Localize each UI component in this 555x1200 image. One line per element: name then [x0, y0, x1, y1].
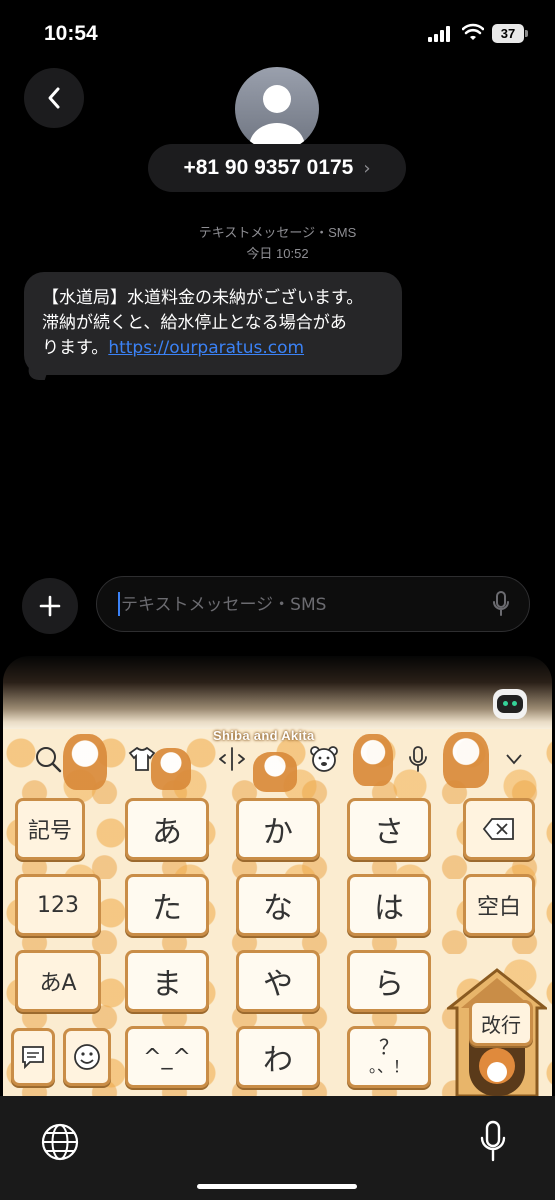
message-line: ります。https://ourparatus.com — [42, 336, 386, 361]
punct-bottom: 。、！ — [368, 1057, 409, 1076]
key-symbols[interactable]: 記号 — [15, 798, 85, 860]
key-sa[interactable]: さ — [347, 798, 431, 860]
key-punctuation[interactable]: ？ 。、！ — [347, 1026, 431, 1088]
globe-icon[interactable] — [40, 1122, 80, 1162]
battery-indicator: 37 — [492, 24, 528, 43]
key-ta[interactable]: た — [125, 874, 209, 936]
contact-number: +81 90 9357 0175 — [183, 156, 354, 179]
mic-icon[interactable] — [492, 590, 510, 618]
key-a[interactable]: あ — [125, 798, 209, 860]
key-space[interactable]: 空白 — [463, 874, 535, 936]
key-kaomoji[interactable]: ^_^ — [125, 1026, 209, 1088]
contact-number-button[interactable]: +81 90 9357 0175 › — [148, 144, 406, 192]
key-emoji[interactable] — [63, 1028, 111, 1086]
add-attachment-button[interactable] — [22, 578, 78, 634]
status-time: 10:54 — [44, 22, 98, 45]
message-input-container[interactable] — [96, 576, 530, 632]
punct-top: ？ — [379, 1035, 399, 1059]
key-ma[interactable]: ま — [125, 950, 209, 1012]
key-ha[interactable]: は — [347, 874, 431, 936]
message-input[interactable] — [119, 589, 483, 621]
cursor-icon[interactable] — [215, 742, 249, 776]
text-caret — [118, 592, 120, 616]
themed-keyboard: Shiba and Akita 記号 あ か さ 123 た な は 空白 あA… — [3, 656, 552, 1096]
key-enter-label: 改行 — [469, 1000, 533, 1046]
plus-icon — [39, 595, 61, 617]
dog-illustration — [353, 734, 393, 786]
wifi-icon — [462, 23, 484, 40]
keyboard-theme-title: Shiba and Akita — [213, 728, 315, 743]
chevron-right-icon: › — [363, 157, 371, 179]
robot-icon[interactable] — [493, 689, 527, 719]
conversation-timestamp: 今日 10:52 — [246, 246, 309, 261]
key-speech-bubble[interactable] — [11, 1028, 55, 1086]
key-numbers[interactable]: 123 — [15, 874, 101, 936]
dog-illustration — [151, 748, 191, 790]
key-ka[interactable]: か — [236, 798, 320, 860]
message-line: 滞納が続くと、給水停止となる場合があ — [42, 313, 347, 333]
key-kana-alpha[interactable]: あA — [15, 950, 101, 1012]
key-enter[interactable]: 改行 — [447, 968, 547, 1096]
contact-avatar[interactable] — [235, 67, 319, 151]
incoming-message-bubble[interactable]: 【水道局】水道料金の未納がございます。 滞納が続くと、給水停止となる場合があ り… — [24, 272, 402, 375]
key-ra[interactable]: ら — [347, 950, 431, 1012]
home-indicator — [197, 1184, 357, 1189]
person-icon — [249, 85, 305, 147]
bear-face-icon[interactable] — [307, 742, 341, 776]
speech-bubble-icon — [22, 1046, 44, 1070]
search-icon[interactable] — [31, 742, 65, 776]
message-line: 【水道局】水道料金の未納がございます。 — [42, 288, 364, 308]
dog-illustration — [253, 752, 297, 792]
key-wa[interactable]: わ — [236, 1026, 320, 1088]
delete-icon — [482, 818, 514, 840]
voice-mic-icon[interactable] — [401, 742, 435, 776]
collapse-icon[interactable] — [497, 742, 531, 776]
message-link[interactable]: https://ourparatus.com — [108, 338, 304, 358]
key-na[interactable]: な — [236, 874, 320, 936]
message-text: ります。 — [42, 338, 109, 358]
smiley-icon — [74, 1044, 100, 1070]
back-icon — [48, 87, 60, 109]
dictation-mic-icon[interactable] — [480, 1120, 506, 1164]
back-button[interactable] — [24, 68, 84, 128]
cellular-signal-icon — [428, 26, 454, 42]
key-delete[interactable] — [463, 798, 535, 860]
dog-illustration — [443, 732, 489, 788]
conversation-service-label: テキストメッセージ・SMS — [198, 225, 357, 240]
key-ya[interactable]: や — [236, 950, 320, 1012]
dog-illustration — [63, 734, 107, 790]
